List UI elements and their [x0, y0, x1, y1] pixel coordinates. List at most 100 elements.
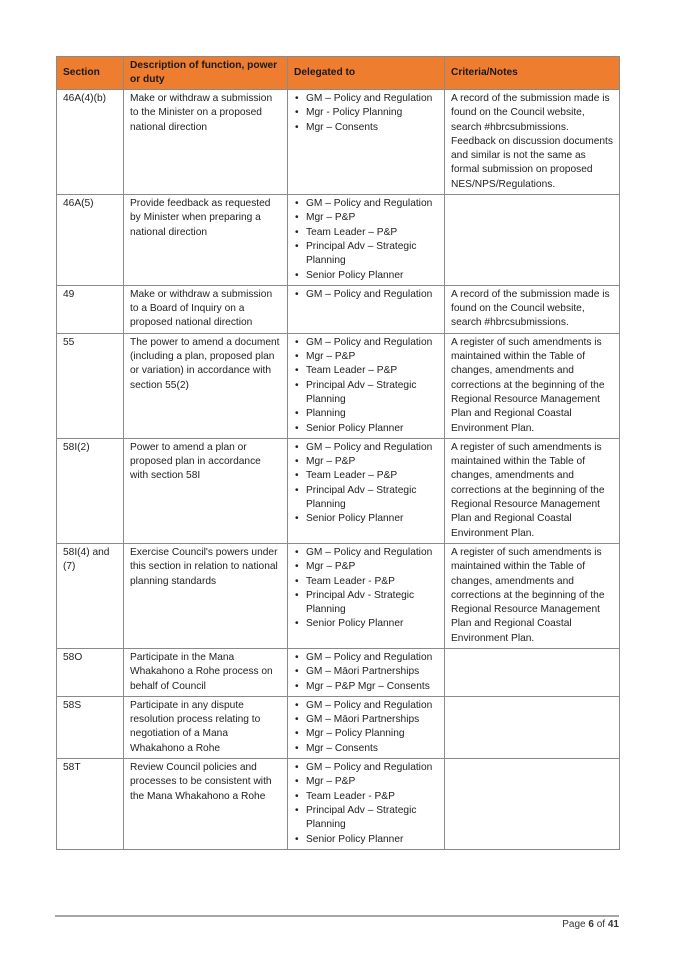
cell-description: Review Council policies and processes to…: [123, 758, 288, 850]
cell-delegated-to: GM – Policy and RegulationMgr – P&PTeam …: [287, 332, 445, 439]
cell-description: Exercise Council's powers under this sec…: [123, 542, 288, 649]
table-body: 46A(4)(b) Make or withdraw a submission t…: [56, 88, 620, 850]
delegate-item: GM – Policy and Regulation: [294, 336, 438, 351]
delegate-item: Team Leader – P&P: [294, 469, 438, 484]
delegate-item: Planning: [294, 407, 438, 422]
cell-criteria-notes: A register of such amendments is maintai…: [444, 332, 620, 439]
cell-description: Provide feedback as requested by Ministe…: [123, 194, 288, 286]
page-number: Page 6 of 41: [562, 919, 619, 930]
delegate-list: GM – Policy and RegulationMgr – P&PTeam …: [294, 336, 438, 436]
cell-description: The power to amend a document (including…: [123, 332, 288, 439]
delegate-item: Mgr – P&P: [294, 775, 438, 790]
table-row: 49 Make or withdraw a submission to a Boa…: [56, 284, 620, 334]
delegate-list: GM – Policy and RegulationGM – Māori Par…: [294, 699, 438, 756]
delegate-list: GM – Policy and RegulationMgr – P&PTeam …: [294, 546, 438, 632]
delegate-item: Senior Policy Planner: [294, 833, 438, 848]
cell-criteria-notes: [444, 695, 620, 760]
delegate-item: Mgr – P&P: [294, 211, 438, 226]
cell-delegated-to: GM – Policy and RegulationMgr – P&PTeam …: [287, 542, 445, 649]
cell-section: 58I(2): [56, 437, 124, 544]
delegate-item: Senior Policy Planner: [294, 512, 438, 527]
table-row: 58I(4) and (7) Exercise Council's powers …: [56, 542, 620, 649]
delegate-item: GM – Māori Partnerships: [294, 713, 438, 728]
delegate-item: GM – Policy and Regulation: [294, 441, 438, 456]
delegate-item: Mgr – Policy Planning: [294, 727, 438, 742]
cell-description: Power to amend a plan or proposed plan i…: [123, 437, 288, 544]
cell-description: Participate in any dispute resolution pr…: [123, 695, 288, 760]
page-prefix: Page: [562, 919, 589, 930]
table-row: 46A(5) Provide feedback as requested by M…: [56, 194, 620, 286]
page-of: of: [593, 919, 608, 930]
cell-criteria-notes: A record of the submission made is found…: [444, 284, 620, 334]
delegate-item: Senior Policy Planner: [294, 617, 438, 632]
delegate-item: Principal Adv - Strategic Planning: [294, 589, 438, 618]
header-delegated-to: Delegated to: [287, 56, 445, 90]
delegate-item: GM – Policy and Regulation: [294, 651, 438, 666]
delegate-item: Principal Adv – Strategic Planning: [294, 379, 438, 408]
delegate-item: Mgr – P&P: [294, 350, 438, 365]
delegate-item: Senior Policy Planner: [294, 269, 438, 284]
cell-delegated-to: GM – Policy and RegulationGM – Māori Par…: [287, 695, 445, 760]
cell-delegated-to: GM – Policy and RegulationMgr - Policy P…: [287, 88, 445, 196]
cell-section: 58O: [56, 647, 124, 697]
delegate-item: Mgr – Consents: [294, 742, 438, 757]
table-row: 58O Participate in the Mana Whakahono a R…: [56, 647, 620, 697]
cell-delegated-to: GM – Policy and Regulation: [287, 284, 445, 334]
delegate-item: GM – Policy and Regulation: [294, 197, 438, 212]
delegations-table: Section Description of function, power o…: [56, 56, 620, 850]
table-row: 58I(2) Power to amend a plan or proposed …: [56, 437, 620, 544]
table-row: 46A(4)(b) Make or withdraw a submission t…: [56, 88, 620, 196]
table-header-row: Section Description of function, power o…: [56, 56, 620, 90]
cell-description: Make or withdraw a submission to the Min…: [123, 88, 288, 196]
cell-delegated-to: GM – Policy and RegulationMgr – P&PTeam …: [287, 194, 445, 286]
header-section: Section: [56, 56, 124, 90]
cell-criteria-notes: [444, 194, 620, 286]
cell-criteria-notes: [444, 647, 620, 697]
cell-criteria-notes: A register of such amendments is maintai…: [444, 437, 620, 544]
delegate-item: Mgr – P&P: [294, 560, 438, 575]
table-row: 55 The power to amend a document (includi…: [56, 332, 620, 439]
delegate-item: GM – Policy and Regulation: [294, 699, 438, 714]
table-row: 58T Review Council policies and processes…: [56, 758, 620, 850]
cell-criteria-notes: [444, 758, 620, 850]
delegate-list: GM – Policy and RegulationMgr - Policy P…: [294, 92, 438, 135]
delegate-item: Senior Policy Planner: [294, 422, 438, 437]
cell-section: 46A(5): [56, 194, 124, 286]
cell-criteria-notes: A register of such amendments is maintai…: [444, 542, 620, 649]
delegate-item: Principal Adv – Strategic Planning: [294, 804, 438, 833]
delegate-list: GM – Policy and RegulationMgr – P&PTeam …: [294, 197, 438, 283]
cell-section: 58T: [56, 758, 124, 850]
cell-section: 55: [56, 332, 124, 439]
cell-section: 49: [56, 284, 124, 334]
cell-section: 58S: [56, 695, 124, 760]
delegate-item: GM – Policy and Regulation: [294, 288, 438, 303]
delegate-item: Mgr – P&P: [294, 455, 438, 470]
cell-description: Make or withdraw a submission to a Board…: [123, 284, 288, 334]
delegate-item: Mgr – Consents: [294, 121, 438, 136]
cell-description: Participate in the Mana Whakahono a Rohe…: [123, 647, 288, 697]
header-description: Description of function, power or duty: [123, 56, 288, 90]
cell-delegated-to: GM – Policy and RegulationMgr – P&PTeam …: [287, 437, 445, 544]
footer-divider: [55, 915, 619, 917]
delegate-item: Team Leader - P&P: [294, 790, 438, 805]
cell-section: 58I(4) and (7): [56, 542, 124, 649]
delegate-item: GM – Policy and Regulation: [294, 92, 438, 107]
delegate-item: Mgr - Policy Planning: [294, 106, 438, 121]
page-total: 41: [607, 919, 619, 930]
cell-delegated-to: GM – Policy and RegulationGM – Māori Par…: [287, 647, 445, 697]
delegate-item: Principal Adv – Strategic Planning: [294, 240, 438, 269]
delegate-item: Principal Adv – Strategic Planning: [294, 484, 438, 513]
delegate-item: GM – Māori Partnerships: [294, 665, 438, 680]
cell-criteria-notes: A record of the submission made is found…: [444, 88, 620, 196]
delegate-item: Team Leader – P&P: [294, 226, 438, 241]
delegate-item: Mgr – P&P Mgr – Consents: [294, 680, 438, 695]
cell-section: 46A(4)(b): [56, 88, 124, 196]
delegate-item: Team Leader - P&P: [294, 575, 438, 590]
delegate-item: GM – Policy and Regulation: [294, 546, 438, 561]
delegate-list: GM – Policy and RegulationGM – Māori Par…: [294, 651, 438, 694]
table-row: 58S Participate in any dispute resolution…: [56, 695, 620, 760]
header-criteria-notes: Criteria/Notes: [444, 56, 620, 90]
cell-delegated-to: GM – Policy and RegulationMgr – P&PTeam …: [287, 758, 445, 850]
delegate-item: GM – Policy and Regulation: [294, 761, 438, 776]
delegate-list: GM – Policy and Regulation: [294, 288, 438, 303]
